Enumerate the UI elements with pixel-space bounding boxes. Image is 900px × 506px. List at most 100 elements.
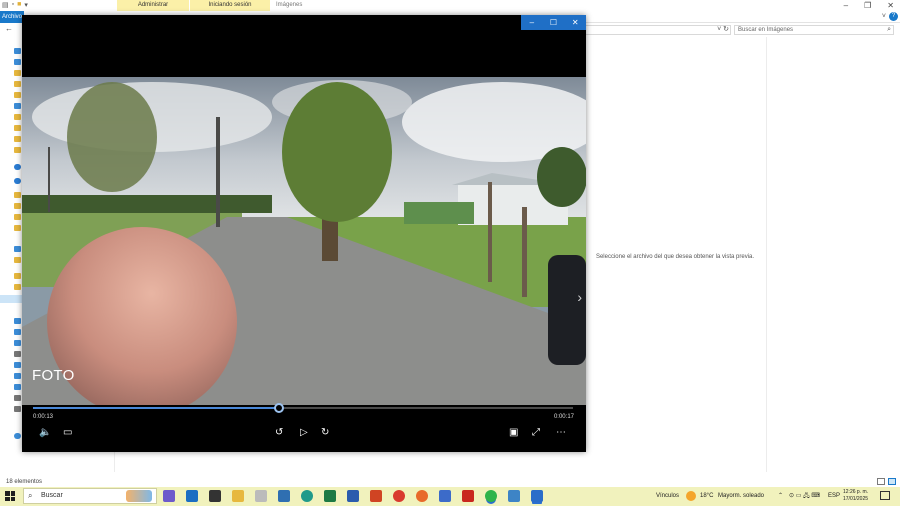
player-window-controls: – ☐ ✕	[521, 15, 586, 30]
folder-icon[interactable]	[14, 203, 21, 209]
file-explorer-icon[interactable]	[232, 490, 244, 502]
folder-icon[interactable]	[14, 125, 21, 131]
help-icon[interactable]: ?	[889, 12, 898, 21]
seek-bar-thumb[interactable]	[273, 403, 284, 413]
notifications-icon[interactable]	[880, 491, 890, 500]
address-bar[interactable]: ˅ ↻	[585, 25, 731, 35]
utility-pole	[216, 117, 220, 227]
folder-icon[interactable]	[14, 92, 21, 98]
play-icon[interactable]: ▷	[300, 427, 308, 439]
taskbar-search-box[interactable]: ⌕ Buscar	[23, 488, 157, 504]
word-icon[interactable]	[347, 490, 359, 502]
forward-30-icon[interactable]: ↻	[321, 427, 329, 439]
maximize-icon[interactable]: ❐	[864, 0, 871, 11]
next-photo-icon[interactable]: ›	[577, 289, 582, 305]
folder-icon[interactable]	[14, 81, 21, 87]
weather-description[interactable]: Mayorm. soleado	[718, 487, 764, 506]
context-tab-login[interactable]: Iniciando sesión	[190, 0, 270, 11]
folder-icon[interactable]	[14, 136, 21, 142]
subtitles-icon[interactable]: ▭	[63, 427, 72, 439]
desktop-icon[interactable]	[14, 340, 21, 346]
calculator-icon[interactable]	[278, 490, 290, 502]
ribbon-collapse-icon[interactable]: ˅	[882, 11, 886, 23]
system-tray-icons[interactable]: ⊙ ▭ 🖧 ⌨	[789, 487, 820, 506]
links-toolbar[interactable]: Vínculos	[656, 487, 679, 506]
firefox-icon[interactable]	[416, 490, 428, 502]
properties-icon[interactable]: ▫	[12, 1, 14, 9]
excel-icon[interactable]	[324, 490, 336, 502]
close-icon[interactable]: ✕	[887, 0, 894, 11]
music-icon[interactable]	[14, 373, 21, 379]
folder-icon[interactable]	[14, 192, 21, 198]
powerpoint-icon[interactable]	[370, 490, 382, 502]
player-titlebar: – ☐ ✕	[22, 15, 586, 30]
download-icon[interactable]	[14, 59, 21, 65]
pictures-icon[interactable]	[14, 362, 21, 368]
search-icon[interactable]: ⌕	[887, 26, 891, 34]
more-options-icon[interactable]: ⋯	[556, 427, 566, 439]
app-icon[interactable]	[508, 490, 520, 502]
folder-icon[interactable]	[14, 273, 21, 279]
context-tab-admin[interactable]: Administrar	[117, 0, 189, 11]
minimize-button[interactable]: –	[521, 15, 543, 30]
clock[interactable]: 12:26 p. m. 17/01/2025	[843, 489, 868, 503]
videos-icon[interactable]	[14, 384, 21, 390]
folder-icon[interactable]	[14, 246, 21, 252]
nav-selected-item[interactable]	[0, 295, 22, 303]
seek-bar[interactable]	[33, 403, 573, 413]
this-pc-icon[interactable]	[14, 318, 21, 324]
documents-icon[interactable]	[14, 351, 21, 357]
refresh-icon[interactable]: ˅ ↻	[717, 25, 729, 33]
app-icon[interactable]	[439, 490, 451, 502]
video-frame[interactable]: ›	[22, 77, 586, 405]
folder-icon[interactable]	[14, 225, 21, 231]
back-arrow-icon[interactable]: ←	[5, 24, 13, 33]
minimize-icon[interactable]: –	[844, 0, 848, 11]
acrobat-icon[interactable]	[462, 490, 474, 502]
total-time: 0:00:17	[553, 414, 574, 420]
network-icon[interactable]	[14, 433, 21, 439]
new-folder-icon[interactable]: ■	[17, 1, 21, 9]
rewind-10-icon[interactable]: ↺	[275, 427, 283, 439]
outlook-icon[interactable]	[186, 490, 198, 502]
fullscreen-icon[interactable]: ⤢	[532, 427, 540, 439]
language-indicator[interactable]: ESP	[828, 487, 840, 506]
edge-icon[interactable]	[301, 490, 313, 502]
folder-icon[interactable]	[14, 257, 21, 263]
onedrive-icon[interactable]	[14, 164, 21, 170]
large-icons-view-icon[interactable]	[888, 478, 896, 485]
hidden-icons-chevron-icon[interactable]: ⌃	[778, 487, 783, 506]
drive-icon[interactable]	[14, 395, 21, 401]
drive-icon[interactable]	[14, 406, 21, 412]
windows-start-icon[interactable]	[5, 491, 15, 501]
explorer-window-controls: – ❐ ✕	[844, 0, 894, 11]
whatsapp-icon[interactable]	[485, 490, 497, 502]
temperature[interactable]: 18°C	[700, 487, 713, 506]
maximize-button[interactable]: ☐	[543, 15, 565, 30]
video-player-window: – ☐ ✕ › FOTO 0:00:13 0:00:17 🔈 ▭ ↺ ▷ ↻ ▣…	[22, 15, 586, 452]
folder-icon[interactable]	[14, 114, 21, 120]
onedrive-icon[interactable]	[14, 178, 21, 184]
current-time: 0:00:13	[33, 414, 54, 420]
app-icon[interactable]	[209, 490, 221, 502]
photos-icon[interactable]	[531, 490, 543, 502]
chrome-icon[interactable]	[393, 490, 405, 502]
tab-archivo[interactable]: Archivo	[0, 11, 24, 23]
mini-view-icon[interactable]: ▣	[509, 427, 518, 439]
download-icon[interactable]	[14, 329, 21, 335]
weather-icon[interactable]	[686, 491, 696, 501]
volume-icon[interactable]: 🔈	[39, 427, 51, 439]
search-input[interactable]: Buscar en Imágenes ⌕	[734, 25, 894, 35]
customize-toolbar-icon[interactable]: ▾	[24, 1, 28, 9]
folder-icon[interactable]	[14, 70, 21, 76]
folder-icon[interactable]	[14, 284, 21, 290]
pictures-icon[interactable]	[14, 103, 21, 109]
folder-icon[interactable]	[14, 214, 21, 220]
details-view-icon[interactable]	[877, 478, 885, 485]
copilot-icon[interactable]	[163, 490, 175, 502]
folder-icon[interactable]: ▤	[2, 1, 9, 9]
close-button[interactable]: ✕	[564, 15, 586, 30]
quick-access-icon[interactable]	[14, 48, 21, 54]
folder-icon[interactable]	[14, 147, 21, 153]
settings-icon[interactable]	[255, 490, 267, 502]
